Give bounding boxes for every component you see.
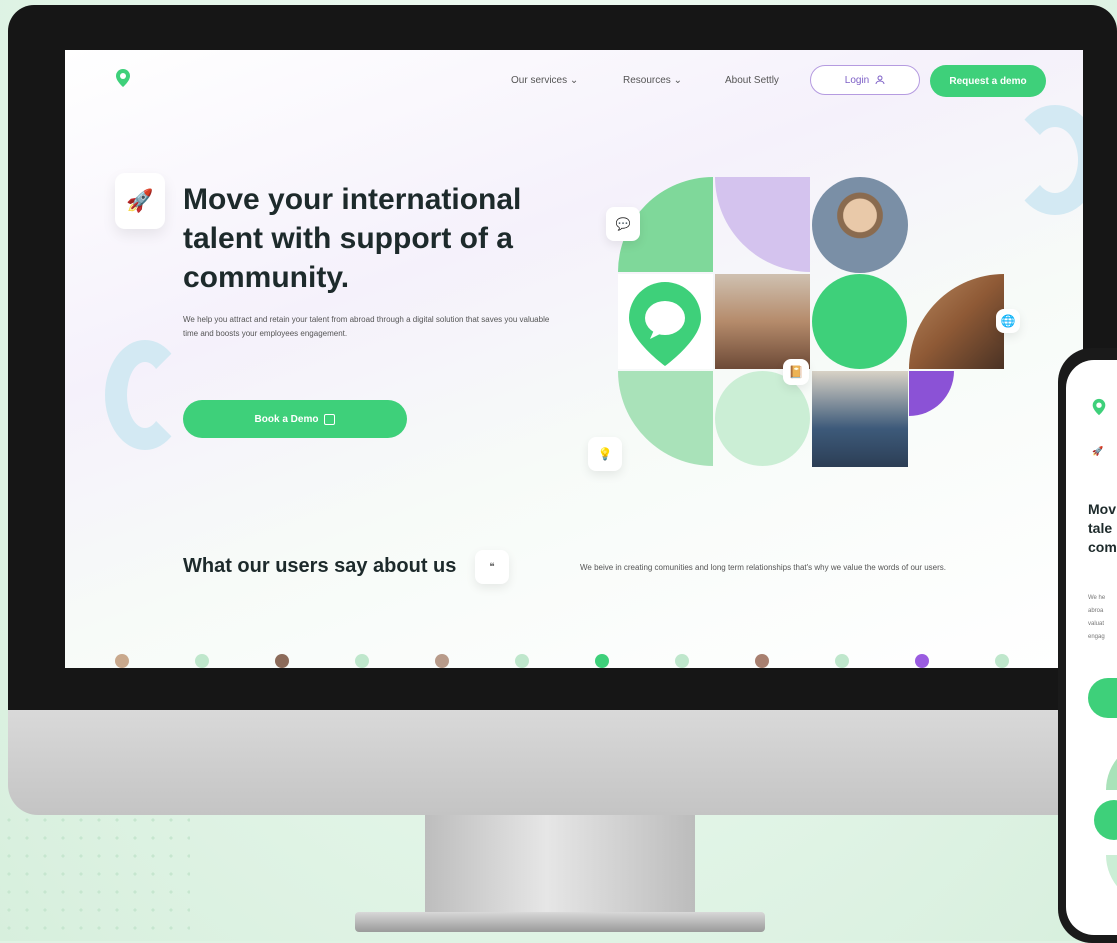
login-label: Login [844, 74, 870, 86]
green-shape [1106, 740, 1117, 790]
phone-sub-line: abroa [1088, 608, 1104, 614]
avatar[interactable] [355, 654, 369, 668]
hero-subtitle: We help you attract and retain your tale… [183, 315, 550, 338]
nav-resources[interactable]: Resources ⌄ [623, 75, 682, 86]
light-green-shape [618, 371, 713, 466]
phone-sub-line: We he [1088, 595, 1106, 601]
chevron-down-icon: ⌄ [673, 75, 682, 86]
rocket-icon: 🚀 [115, 173, 165, 229]
avatar[interactable] [435, 654, 449, 668]
avatar[interactable] [915, 654, 929, 668]
nav-our-services[interactable]: Our services ⌄ [511, 75, 578, 86]
quote-icon: ❝ [475, 550, 509, 584]
globe-icon: 🌐 [996, 309, 1020, 333]
login-button[interactable]: Login [810, 65, 920, 95]
avatar[interactable] [675, 654, 689, 668]
phone-hero-subtitle: We he abroa valuat engag [1088, 592, 1105, 644]
imac-stand [425, 815, 695, 920]
logo-tile [618, 274, 713, 369]
user-photo-man [812, 177, 908, 273]
avatar[interactable] [595, 654, 609, 668]
green-circle-shape [1094, 800, 1117, 840]
green-circle-shape [812, 274, 907, 369]
navbar: Our services ⌄ Resources ⌄ About Settly … [65, 65, 1083, 97]
nav-about[interactable]: About Settly [725, 75, 779, 86]
imac-chin [8, 710, 1117, 815]
decorative-arc-right [1010, 105, 1083, 215]
phone-hero-title: Mov tale com [1088, 500, 1117, 557]
website-screen: Our services ⌄ Resources ⌄ About Settly … [65, 50, 1083, 668]
hero-collage: 💬 📔 💡 🌐 [588, 177, 1020, 471]
phone-title-line: com [1088, 539, 1117, 555]
lightbulb-icon: 💡 [588, 437, 622, 471]
phone-title-line: tale [1088, 520, 1113, 536]
avatar[interactable] [995, 654, 1009, 668]
imac-device: Our services ⌄ Resources ⌄ About Settly … [8, 5, 1117, 815]
testimonials-description: We beive in creating comunities and long… [580, 563, 947, 572]
chat-pin-icon [629, 282, 701, 366]
avatar[interactable] [835, 654, 849, 668]
user-photo-hands [909, 274, 1004, 369]
chevron-down-icon: ⌄ [569, 75, 579, 86]
phone-book-demo-button[interactable] [1088, 678, 1117, 718]
phone-device: 🚀 Mov tale com We he abroa valuat engag [1058, 348, 1117, 943]
rocket-icon: 🚀 [1092, 446, 1104, 456]
testimonials-title: What our users say about us [183, 555, 457, 577]
chat-bubble-icon: 💬 [606, 207, 640, 241]
calendar-icon [324, 413, 336, 425]
avatar[interactable] [195, 654, 209, 668]
phone-sub-line: engag [1088, 634, 1105, 640]
phone-screen: 🚀 Mov tale com We he abroa valuat engag [1066, 360, 1117, 935]
avatar[interactable] [275, 654, 289, 668]
purple-shape [715, 177, 810, 272]
pale-green-shape [1106, 855, 1117, 905]
pale-green-circle [715, 371, 810, 466]
decorative-arc-left [105, 340, 185, 450]
avatar[interactable] [115, 654, 129, 668]
badge-icon: 📔 [783, 359, 809, 385]
testimonial-avatars [105, 654, 1055, 668]
book-demo-label: Book a Demo [254, 413, 319, 425]
phone-sub-line: valuat [1088, 621, 1105, 627]
user-photo-child [812, 371, 908, 467]
imac-bezel: Our services ⌄ Resources ⌄ About Settly … [8, 5, 1117, 710]
book-demo-button[interactable]: Book a Demo [183, 400, 407, 438]
avatar[interactable] [755, 654, 769, 668]
user-photo-woman [715, 274, 810, 369]
imac-stand-base [355, 912, 765, 932]
purple-quarter-shape [909, 371, 954, 416]
phone-title-line: Mov [1088, 501, 1116, 517]
request-demo-button[interactable]: Request a demo [930, 65, 1046, 97]
user-icon [875, 75, 885, 85]
logo-icon[interactable] [1090, 398, 1108, 416]
avatar[interactable] [515, 654, 529, 668]
hero-title: Move your international talent with supp… [183, 183, 522, 294]
background-dots [0, 811, 190, 941]
